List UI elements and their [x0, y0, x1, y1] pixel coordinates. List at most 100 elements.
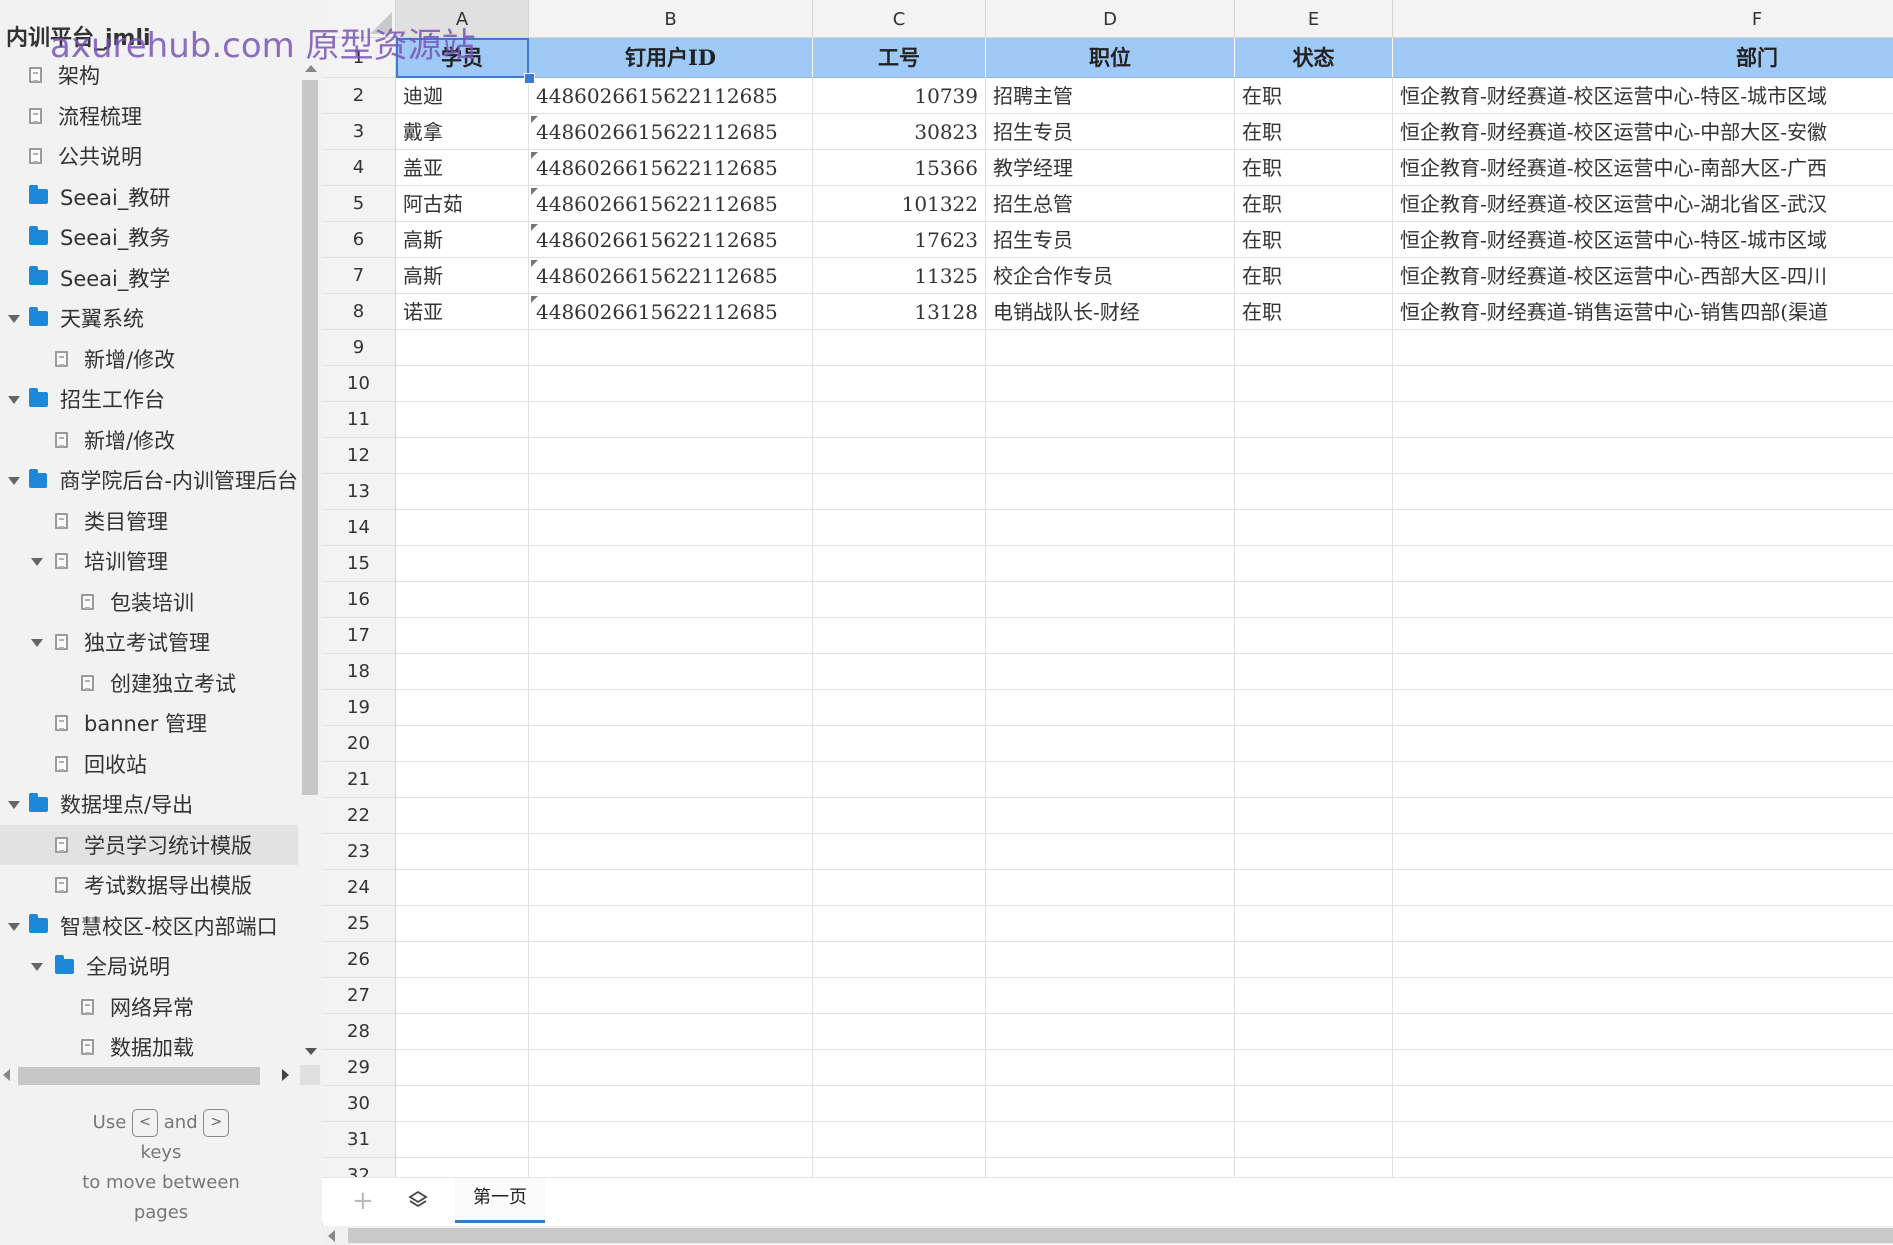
row-header[interactable]: 14	[322, 510, 396, 546]
empty-cell[interactable]	[529, 366, 813, 402]
tree-item[interactable]: 商学院后台-内训管理后台	[0, 460, 298, 501]
empty-cell[interactable]	[529, 438, 813, 474]
tree-item[interactable]: banner 管理	[0, 703, 298, 744]
sheet-horizontal-scroll-thumb[interactable]	[348, 1228, 1893, 1243]
data-cell[interactable]: 恒企教育-财经赛道-销售运营中心-销售四部(渠道	[1393, 294, 1893, 330]
data-cell[interactable]: 101322	[813, 186, 986, 222]
tree-item[interactable]: Seeai_教务	[0, 217, 298, 258]
empty-cell[interactable]	[1235, 1050, 1393, 1086]
empty-cell[interactable]	[1235, 330, 1393, 366]
empty-cell[interactable]	[1393, 978, 1893, 1014]
empty-cell[interactable]	[396, 906, 529, 942]
tree-item[interactable]: Seeai_教研	[0, 177, 298, 218]
empty-cell[interactable]	[1393, 870, 1893, 906]
empty-cell[interactable]	[1393, 402, 1893, 438]
row-header[interactable]: 12	[322, 438, 396, 474]
data-cell[interactable]: 4486026615622112685	[529, 78, 813, 114]
data-cell[interactable]: 恒企教育-财经赛道-校区运营中心-特区-城市区域	[1393, 78, 1893, 114]
empty-cell[interactable]	[396, 546, 529, 582]
empty-cell[interactable]	[396, 798, 529, 834]
row-header[interactable]: 13	[322, 474, 396, 510]
empty-cell[interactable]	[1393, 510, 1893, 546]
empty-cell[interactable]	[1393, 366, 1893, 402]
empty-cell[interactable]	[1393, 1122, 1893, 1158]
tree-item[interactable]: 智慧校区-校区内部端口	[0, 906, 298, 947]
row-header[interactable]: 6	[322, 222, 396, 258]
row-header[interactable]: 11	[322, 402, 396, 438]
empty-cell[interactable]	[986, 546, 1235, 582]
row-header[interactable]: 27	[322, 978, 396, 1014]
data-cell[interactable]: 17623	[813, 222, 986, 258]
column-header-c[interactable]: C	[813, 0, 986, 38]
empty-cell[interactable]	[396, 690, 529, 726]
data-cell[interactable]: 恒企教育-财经赛道-校区运营中心-特区-城市区域	[1393, 222, 1893, 258]
expand-caret-icon[interactable]	[8, 801, 20, 809]
data-cell[interactable]: 在职	[1235, 150, 1393, 186]
empty-cell[interactable]	[813, 330, 986, 366]
empty-cell[interactable]	[986, 834, 1235, 870]
empty-cell[interactable]	[813, 834, 986, 870]
header-cell[interactable]: 状态	[1235, 38, 1393, 78]
data-cell[interactable]: 13128	[813, 294, 986, 330]
tree-item[interactable]: Seeai_教学	[0, 258, 298, 299]
empty-cell[interactable]	[396, 402, 529, 438]
data-cell[interactable]: 11325	[813, 258, 986, 294]
empty-cell[interactable]	[529, 546, 813, 582]
empty-cell[interactable]	[1235, 690, 1393, 726]
empty-cell[interactable]	[1235, 1122, 1393, 1158]
empty-cell[interactable]	[396, 834, 529, 870]
empty-cell[interactable]	[1393, 834, 1893, 870]
tree-item[interactable]: 新增/修改	[0, 339, 298, 380]
empty-cell[interactable]	[529, 690, 813, 726]
tree-item[interactable]: 创建独立考试	[0, 663, 298, 704]
empty-cell[interactable]	[813, 582, 986, 618]
data-cell[interactable]: 高斯	[396, 222, 529, 258]
row-header[interactable]: 2	[322, 78, 396, 114]
empty-cell[interactable]	[1393, 726, 1893, 762]
tree-item[interactable]: 类目管理	[0, 501, 298, 542]
empty-cell[interactable]	[813, 1014, 986, 1050]
expand-caret-icon[interactable]	[31, 639, 43, 647]
empty-cell[interactable]	[986, 762, 1235, 798]
empty-cell[interactable]	[529, 942, 813, 978]
column-header-d[interactable]: D	[986, 0, 1235, 38]
empty-cell[interactable]	[1235, 870, 1393, 906]
data-cell[interactable]: 戴拿	[396, 114, 529, 150]
expand-caret-icon[interactable]	[8, 922, 20, 931]
empty-cell[interactable]	[1235, 942, 1393, 978]
tab-sheet-1[interactable]: 第一页	[455, 1178, 545, 1223]
empty-cell[interactable]	[986, 942, 1235, 978]
empty-cell[interactable]	[986, 330, 1235, 366]
empty-cell[interactable]	[986, 870, 1235, 906]
expand-caret-icon[interactable]	[31, 963, 43, 971]
row-header[interactable]: 25	[322, 906, 396, 942]
row-header[interactable]: 21	[322, 762, 396, 798]
data-cell[interactable]: 15366	[813, 150, 986, 186]
layers-icon[interactable]	[408, 1190, 428, 1210]
tree-item[interactable]: 招生工作台	[0, 379, 298, 420]
expand-caret-icon[interactable]	[31, 558, 43, 566]
data-cell[interactable]: 在职	[1235, 114, 1393, 150]
empty-cell[interactable]	[813, 1050, 986, 1086]
empty-cell[interactable]	[813, 942, 986, 978]
empty-cell[interactable]	[529, 834, 813, 870]
empty-cell[interactable]	[396, 1050, 529, 1086]
empty-cell[interactable]	[1235, 654, 1393, 690]
data-cell[interactable]: 恒企教育-财经赛道-校区运营中心-西部大区-四川	[1393, 258, 1893, 294]
expand-caret-icon[interactable]	[8, 396, 20, 404]
row-header[interactable]: 18	[322, 654, 396, 690]
empty-cell[interactable]	[813, 618, 986, 654]
empty-cell[interactable]	[813, 510, 986, 546]
empty-cell[interactable]	[529, 474, 813, 510]
row-header[interactable]: 19	[322, 690, 396, 726]
row-header[interactable]: 29	[322, 1050, 396, 1086]
empty-cell[interactable]	[813, 798, 986, 834]
empty-cell[interactable]	[813, 906, 986, 942]
empty-cell[interactable]	[813, 690, 986, 726]
empty-cell[interactable]	[529, 1014, 813, 1050]
empty-cell[interactable]	[986, 582, 1235, 618]
data-cell[interactable]: 招生专员	[986, 114, 1235, 150]
row-header[interactable]: 24	[322, 870, 396, 906]
empty-cell[interactable]	[813, 1086, 986, 1122]
empty-cell[interactable]	[1235, 798, 1393, 834]
